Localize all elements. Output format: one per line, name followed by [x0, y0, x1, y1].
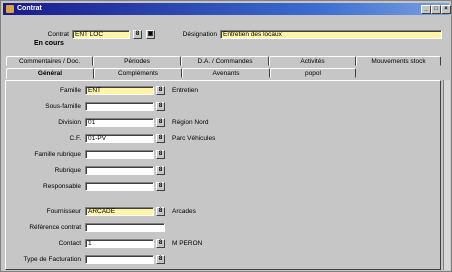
window-title: Contrat	[17, 5, 42, 12]
cf-lookup-icon[interactable]: 8	[156, 134, 165, 143]
contrat-lookup-icon[interactable]: 8	[133, 30, 142, 39]
cf-desc: Parc Véhicules	[172, 135, 216, 142]
division-label: Division	[58, 119, 81, 126]
title-bar: Contrat _ □ ×	[3, 3, 451, 15]
close-button[interactable]: ×	[441, 5, 451, 14]
minimize-button[interactable]: _	[421, 5, 431, 14]
sous-famille-label: Sous-famille	[45, 103, 81, 110]
responsable-field[interactable]	[85, 182, 154, 191]
tab-avenants[interactable]: Avenants	[182, 68, 270, 78]
contrat-field[interactable]: ENT LOC	[72, 30, 130, 39]
tab-periodes[interactable]: Périodes	[93, 56, 181, 66]
responsable-lookup-icon[interactable]: 8	[156, 182, 165, 191]
designation-label: Désignation	[182, 31, 217, 38]
responsable-label: Responsable	[43, 183, 81, 190]
contact-lookup-icon[interactable]: 8	[156, 239, 165, 248]
cf-field[interactable]: 01-PV	[85, 134, 154, 143]
famille-label: Famille	[60, 87, 81, 94]
division-lookup-icon[interactable]: 8	[156, 118, 165, 127]
famille-lookup-icon[interactable]: 8	[156, 86, 165, 95]
fournisseur-lookup-icon[interactable]: 8	[156, 207, 165, 216]
tab-commentaires[interactable]: Commentaires / Doc.	[6, 56, 93, 66]
contrat-label: Contrat	[47, 31, 69, 38]
reference-contrat-label: Référence contrat	[29, 224, 81, 231]
designation-field[interactable]: Entretien des locaux	[220, 30, 442, 39]
rubrique-lookup-icon[interactable]: 8	[156, 166, 165, 175]
famille-rubrique-lookup-icon[interactable]: 8	[156, 150, 165, 159]
tab-complements[interactable]: Compléments	[94, 68, 182, 78]
contact-desc: M PERON	[172, 240, 203, 247]
tab-activites[interactable]: Activités	[269, 56, 356, 66]
division-desc: Région Nord	[172, 119, 209, 126]
division-field[interactable]: 01	[85, 118, 154, 127]
famille-field[interactable]: ENT	[85, 86, 154, 95]
sous-famille-lookup-icon[interactable]: 8	[156, 102, 165, 111]
tab-general[interactable]: Général	[6, 68, 94, 79]
cf-label: C.F.	[69, 135, 81, 142]
fournisseur-desc: Arcades	[172, 208, 196, 215]
status-label: En cours	[34, 40, 64, 47]
type-facturation-field[interactable]	[85, 255, 154, 264]
famille-rubrique-label: Famille rubrique	[34, 151, 81, 158]
type-facturation-label: Type de Facturation	[23, 256, 81, 263]
tab-da-commandes[interactable]: D.A. / Commandes	[181, 56, 269, 66]
rubrique-field[interactable]	[85, 166, 154, 175]
vertical-scrollbar[interactable]	[443, 80, 450, 270]
rubrique-label: Rubrique	[54, 167, 81, 174]
fournisseur-label: Fournisseur	[46, 208, 81, 215]
contrat-window: Contrat _ □ × Contrat ENT LOC 8 ▣ En cou…	[0, 0, 452, 272]
fournisseur-field[interactable]: ARCADE	[85, 207, 154, 216]
app-icon	[6, 5, 14, 13]
famille-rubrique-field[interactable]	[85, 150, 154, 159]
contact-label: Contact	[58, 240, 81, 247]
contrat-card-icon[interactable]: ▣	[146, 30, 155, 39]
tab-popol[interactable]: popol	[270, 68, 356, 78]
maximize-button[interactable]: □	[431, 5, 441, 14]
reference-contrat-field[interactable]	[85, 223, 165, 232]
type-facturation-lookup-icon[interactable]: 8	[156, 255, 165, 264]
sous-famille-field[interactable]	[85, 102, 154, 111]
famille-desc: Entretien	[172, 87, 199, 94]
contact-field[interactable]: 1	[85, 239, 154, 248]
tab-mouvements-stock[interactable]: Mouvements stock	[356, 56, 441, 66]
